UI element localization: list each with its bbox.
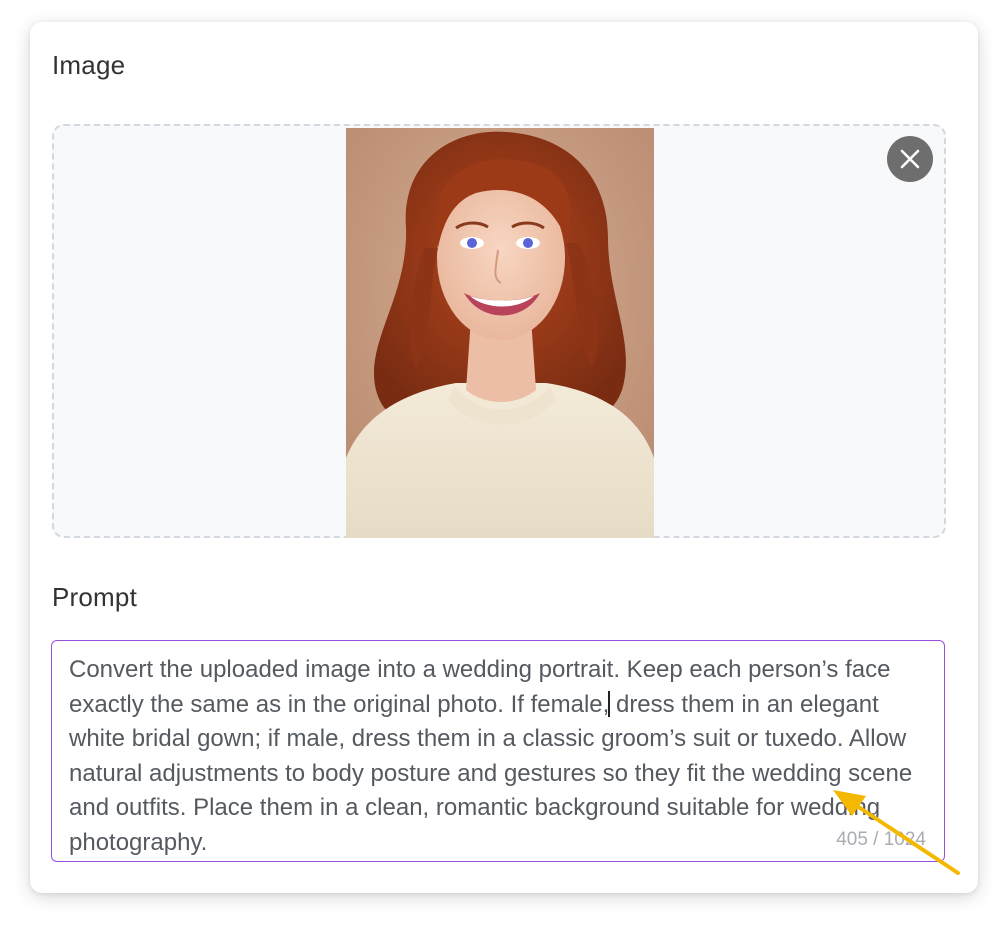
upload-card: Image Prompt Convert the uploaded image … <box>30 22 978 893</box>
image-dropzone[interactable] <box>52 124 946 538</box>
image-section-label: Image <box>52 50 126 80</box>
prompt-textarea[interactable]: Convert the uploaded image into a weddin… <box>51 640 945 862</box>
character-counter: 405 / 1024 <box>836 829 926 850</box>
prompt-section-label: Prompt <box>52 582 138 612</box>
close-icon <box>900 149 920 169</box>
prompt-text: Convert the uploaded image into a weddin… <box>69 653 933 860</box>
uploaded-image-preview <box>346 128 654 538</box>
remove-image-button[interactable] <box>887 136 933 182</box>
